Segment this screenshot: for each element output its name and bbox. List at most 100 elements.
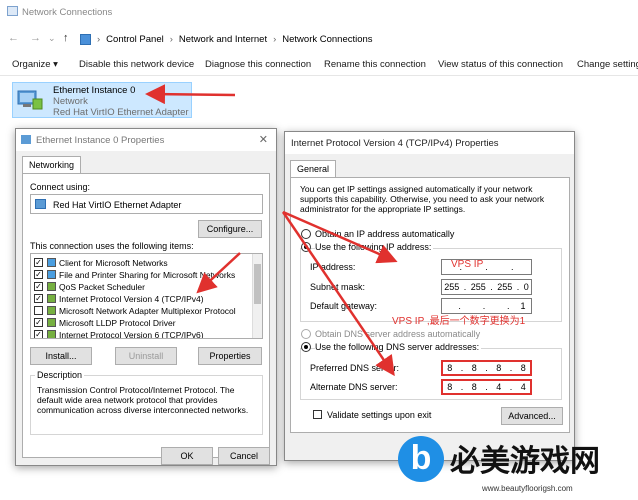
obtain-dns-auto-label: Obtain DNS server address automatically xyxy=(315,329,481,339)
dialog-titlebar: Ethernet Instance 0 Properties ✕ xyxy=(16,129,276,151)
list-scrollbar[interactable] xyxy=(252,254,262,338)
component-checkbox[interactable]: ✓ xyxy=(34,258,43,267)
breadcrumb-separator-icon: › xyxy=(97,33,101,45)
obtain-ip-auto-radio[interactable] xyxy=(301,229,311,239)
network-adapter-icon xyxy=(17,90,43,110)
network-connections-icon xyxy=(7,6,18,16)
diagnose-button[interactable]: Diagnose this connection xyxy=(205,59,311,70)
component-label: Client for Microsoft Networks xyxy=(59,258,168,268)
component-list-item[interactable]: ✓ File and Printer Sharing for Microsoft … xyxy=(34,269,249,280)
component-checkbox[interactable]: ✓ xyxy=(34,270,43,279)
component-list-item[interactable]: ✓ Internet Protocol Version 4 (TCP/IPv4) xyxy=(34,293,249,304)
use-following-dns-label: Use the following DNS server addresses: xyxy=(315,342,482,352)
ip-address-label: IP address: xyxy=(310,262,356,272)
validate-label: Validate settings upon exit xyxy=(327,410,432,420)
component-list-item[interactable]: ✓ QoS Packet Scheduler xyxy=(34,281,249,292)
component-label: Internet Protocol Version 4 (TCP/IPv4) xyxy=(59,294,204,304)
view-status-button[interactable]: View status of this connection xyxy=(438,59,563,70)
watermark-text: 必美游戏网 xyxy=(450,445,600,478)
watermark-logo: b xyxy=(398,436,444,482)
default-gateway-label: Default gateway: xyxy=(310,301,378,311)
validate-checkbox[interactable] xyxy=(313,410,322,419)
component-checkbox[interactable]: ✓ xyxy=(34,330,43,338)
adapter-box: Red Hat VirtIO Ethernet Adapter xyxy=(30,194,263,214)
cancel-button[interactable]: Cancel xyxy=(218,447,270,465)
connection-adapter: Red Hat VirtIO Ethernet Adapter xyxy=(53,107,189,118)
use-following-ip-radio[interactable] xyxy=(301,242,311,252)
window-title: Network Connections xyxy=(22,7,113,18)
connection-status: Network xyxy=(53,96,88,107)
alternate-dns-field[interactable]: 8.8.4.4 xyxy=(441,379,532,395)
configure-button[interactable]: Configure... xyxy=(198,220,262,238)
adapter-name: Red Hat VirtIO Ethernet Adapter xyxy=(53,200,182,210)
description-text: Transmission Control Protocol/Internet P… xyxy=(37,385,249,415)
organize-menu[interactable]: Organize ▾ xyxy=(12,59,58,70)
component-icon xyxy=(47,294,56,303)
window-titlebar: Network Connections xyxy=(0,0,638,24)
connect-using-label: Connect using: xyxy=(30,182,91,192)
dialog-network-icon xyxy=(21,135,31,144)
tab-networking[interactable]: Networking xyxy=(22,156,82,173)
obtain-dns-auto-radio[interactable] xyxy=(301,329,311,339)
items-label: This connection uses the following items… xyxy=(30,241,194,251)
component-list-item[interactable]: ✓ Internet Protocol Version 6 (TCP/IPv6) xyxy=(34,329,249,339)
component-label: Internet Protocol Version 6 (TCP/IPv6) xyxy=(59,330,204,339)
breadcrumb-network-internet[interactable]: Network and Internet xyxy=(179,34,267,45)
gateway-annotation: VPS IP ,最后一个数字更换为1 xyxy=(392,316,526,327)
component-list-item[interactable]: ✓ Client for Microsoft Networks xyxy=(34,257,249,268)
subnet-mask-field[interactable]: 255. 255. 255. 0 xyxy=(441,279,532,295)
adapter-icon xyxy=(35,199,46,209)
ipv4-properties-dialog: Internet Protocol Version 4 (TCP/IPv4) P… xyxy=(284,131,575,461)
properties-button[interactable]: Properties xyxy=(198,347,262,365)
watermark: b 必美游戏网 www.beautyfloorigsh.com xyxy=(390,430,638,500)
use-following-ip-label: Use the following IP address: xyxy=(315,242,434,252)
component-icon xyxy=(47,258,56,267)
connection-item-ethernet[interactable]: Ethernet Instance 0 Network Red Hat Virt… xyxy=(12,82,192,118)
component-label: QoS Packet Scheduler xyxy=(59,282,145,292)
breadcrumb-separator-icon: › xyxy=(273,33,277,45)
alternate-dns-label: Alternate DNS server: xyxy=(310,382,398,392)
obtain-ip-auto-label: Obtain an IP address automatically xyxy=(315,229,455,239)
control-panel-icon xyxy=(80,33,91,45)
preferred-dns-field[interactable]: 8.8.8.8 xyxy=(441,360,532,376)
component-checkbox[interactable]: ✓ xyxy=(34,294,43,303)
component-checkbox[interactable]: ✓ xyxy=(34,318,43,327)
rename-button[interactable]: Rename this connection xyxy=(324,59,426,70)
use-following-dns-radio[interactable] xyxy=(301,342,311,352)
component-icon xyxy=(47,318,56,327)
breadcrumb-control-panel[interactable]: Control Panel xyxy=(106,34,164,45)
up-arrow-icon[interactable]: ↑ xyxy=(63,32,69,44)
watermark-url: www.beautyfloorigsh.com xyxy=(482,484,573,493)
component-checkbox[interactable]: ✓ xyxy=(34,282,43,291)
back-arrow-icon[interactable]: ← xyxy=(8,32,19,44)
ok-button[interactable]: OK xyxy=(161,447,213,465)
forward-arrow-icon[interactable]: → xyxy=(30,32,41,44)
recent-dropdown-icon[interactable]: ⌄ xyxy=(48,33,56,44)
component-list-item[interactable]: ✓ Microsoft LLDP Protocol Driver xyxy=(34,317,249,328)
connection-name: Ethernet Instance 0 xyxy=(53,85,136,96)
component-label: Microsoft LLDP Protocol Driver xyxy=(59,318,176,328)
components-list: ✓ Client for Microsoft Networks ✓ File and … xyxy=(30,253,263,339)
advanced-button[interactable]: Advanced... xyxy=(501,407,563,425)
component-icon xyxy=(47,306,56,315)
component-icon xyxy=(47,282,56,291)
breadcrumb[interactable]: › Control Panel › Network and Internet ›… xyxy=(80,32,373,46)
general-panel: You can get IP settings assigned automat… xyxy=(290,177,570,433)
breadcrumb-network-connections[interactable]: Network Connections xyxy=(282,34,372,45)
component-label: Microsoft Network Adapter Multiplexor Pr… xyxy=(59,306,236,316)
component-icon xyxy=(47,330,56,338)
component-list-item[interactable]: Microsoft Network Adapter Multiplexor Pr… xyxy=(34,305,249,316)
networking-panel: Connect using: Red Hat VirtIO Ethernet A… xyxy=(22,173,270,458)
tab-general[interactable]: General xyxy=(290,160,337,177)
component-label: File and Printer Sharing for Microsoft N… xyxy=(59,270,236,280)
ipv4-dialog-titlebar: Internet Protocol Version 4 (TCP/IPv4) P… xyxy=(285,132,574,154)
uninstall-button[interactable]: Uninstall xyxy=(115,347,177,365)
component-checkbox[interactable] xyxy=(34,306,43,315)
install-button[interactable]: Install... xyxy=(30,347,92,365)
disable-device-button[interactable]: Disable this network device xyxy=(79,59,194,70)
command-toolbar: Organize ▾ Disable this network device D… xyxy=(0,54,638,76)
change-settings-button[interactable]: Change settings xyxy=(577,59,638,70)
close-icon[interactable]: ✕ xyxy=(259,133,268,146)
breadcrumb-separator-icon: › xyxy=(169,33,173,45)
ip-annotation: VPS IP xyxy=(451,259,484,270)
